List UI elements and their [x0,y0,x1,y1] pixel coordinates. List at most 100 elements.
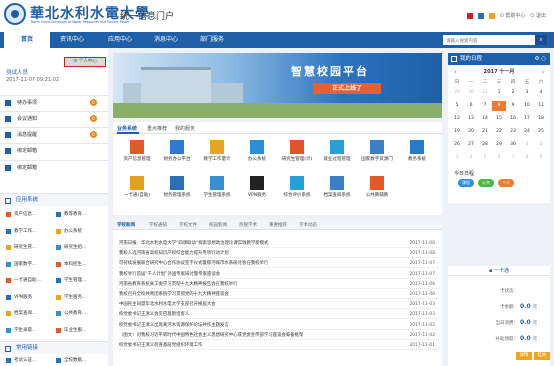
sidebar-app-item[interactable]: 公共教育... [56,308,86,319]
app-tile[interactable]: 资产信息管理 [115,138,159,174]
tab-recommended[interactable]: 重点推荐 [147,125,167,132]
news-item[interactable]: 校党委书记王清义出席黄河水资源保护论坛并作主题发言 2017-11-02 [119,321,439,330]
calendar-day[interactable]: 14 [478,114,492,124]
tab-academic-news[interactable]: 学术动态 [299,222,317,228]
app-tile[interactable]: 学生管理系统 [195,174,239,210]
nav-item-departments[interactable]: 部门服务 [192,32,232,48]
calendar-day[interactable]: 6 [464,101,478,111]
tab-campus-news[interactable]: 校园新闻 [209,222,227,228]
calendar-day[interactable]: 16 [506,114,520,124]
calendar-day[interactable]: 12 [450,114,464,124]
sidebar-app-item[interactable]: 学生管理... [56,275,86,286]
calendar-day[interactable]: 19 [450,127,464,137]
calendar-day[interactable]: 13 [464,114,478,124]
tab-hot-academic[interactable]: 热搜学术 [239,222,257,228]
app-tile[interactable]: 财务管理系统 [155,174,199,210]
calendar-day[interactable]: 25 [534,127,548,137]
calendar-day[interactable]: 17 [520,114,534,124]
nav-item-home[interactable]: 首页 [4,32,50,48]
search-input[interactable] [443,35,535,45]
sidebar-item-reminder[interactable]: 消息提醒 0 [0,127,108,141]
calendar-day[interactable]: 6 [492,153,506,163]
nav-item-messages[interactable]: 消息中心 [146,32,186,48]
calendar-day[interactable]: 21 [478,127,492,137]
calendar-day[interactable]: 10 [520,101,534,111]
app-tile[interactable]: 财务办公平台 [155,138,199,174]
calendar-day[interactable]: 4 [534,88,548,98]
personal-center-button[interactable]: ⚙ 个人中心 [64,57,106,67]
calendar-day[interactable]: 26 [450,140,464,150]
sidebar-app-item[interactable]: 本科招生... [56,259,86,270]
calendar-settings-icon[interactable]: ⚙ ○ [535,53,546,65]
news-item[interactable]: 河南日报：华北水利水电大学“四课联动”探索思想政治理论课实践教学新模式 2017-… [119,239,439,248]
search-icon[interactable]: ⌕ [535,35,547,45]
sidebar-app-item[interactable]: 教等教育... [56,209,86,220]
sidebar-app-item[interactable]: 学生服务... [56,292,86,303]
calendar-day[interactable]: 30 [506,140,520,150]
calendar-day[interactable]: 5 [478,153,492,163]
calendar-day[interactable]: 27 [464,140,478,150]
sidebar-app-item[interactable]: 档案查阅... [6,308,36,319]
card-report-loss-button[interactable]: 挂失 [534,352,550,360]
calendar-day[interactable]: 9 [506,101,520,111]
calendar-day[interactable]: 18 [534,114,548,124]
news-item[interactable]: 我校入选河南省高校知识产权综合能力提升专项行动计划 2017-11-08 [119,249,439,259]
nav-item-news[interactable]: 资讯中心 [52,32,92,48]
calendar-day[interactable]: 7 [506,153,520,163]
calendar-day[interactable]: 29 [450,88,464,98]
news-item[interactable]: 可持续发展联合研究中心合作协议签字仪式暨郁河城市水系研讨会在我校举行 2017-1… [119,259,439,269]
theme-red-icon[interactable] [466,12,473,19]
calendar-day[interactable]: 2 [534,140,548,150]
sidebar-item-meeting[interactable]: 会议通知 0 [0,111,108,125]
calendar-day[interactable]: 5 [450,101,464,111]
news-item[interactable]: （图文）对我校习近平新时代中国特色社会主义思想研究中心或党委宣传部学习座谈会筹备… [119,331,439,340]
news-item[interactable]: 中国民主同盟华北水利水电大学支部召开换届大会 2017-11-03 [119,300,439,310]
news-item[interactable]: 我校举行首届“千人计划”外国专家研讨暨专家座谈会 2017-11-07 [119,270,439,279]
sidebar-app-item[interactable]: 研究生招... [56,242,86,253]
tab-important[interactable]: 重要推荐 [269,222,287,228]
help-link[interactable]: ⊙ 帮助中心 [500,12,526,19]
sidebar-link[interactable]: 全校数据... [56,355,86,366]
calendar-day[interactable]: 7 [478,101,492,111]
sidebar-item-bind-email[interactable]: 绑定邮箱 [0,143,108,157]
news-item[interactable]: 校党委书记王清义检查基层党组织环境工作 2017-11-01 [119,341,439,350]
banner[interactable]: 智慧校园平台 正式上线了 [113,53,442,118]
tab-my-services[interactable]: 我的服务 [175,125,195,132]
app-tile[interactable]: 综合评价系统 [275,174,319,210]
calendar-day-today[interactable]: 8 [492,101,506,111]
calendar-day[interactable]: 1 [520,140,534,150]
sidebar-app-item[interactable]: 办公系统 [56,226,82,237]
app-tile[interactable]: 研究生管理(计) [275,138,319,174]
calendar-day[interactable]: 23 [506,127,520,137]
calendar-day[interactable]: 2 [506,88,520,98]
sidebar-app-item[interactable]: 一卡通自助... [6,275,41,286]
news-item[interactable]: 校党委书记王清义会见巴基斯坦客人 2017-11-03 [119,310,439,320]
calendar-day[interactable]: 15 [492,114,506,124]
calendar-day[interactable]: 29 [492,140,506,150]
app-tile[interactable]: 就业过程管理 [315,138,359,174]
app-tile[interactable]: 一卡通(自助) [115,174,159,210]
app-tile[interactable]: 国家数字资源门 [355,138,399,174]
calendar-day[interactable]: 11 [534,101,548,111]
app-tile[interactable]: 教学工作量计 [195,138,239,174]
app-tile[interactable]: 教务系统 [395,138,439,174]
sidebar-link[interactable]: 考试认证... [6,355,36,366]
calendar-day[interactable]: 3 [450,153,464,163]
sidebar-app-item[interactable]: 教学工作... [6,226,36,237]
app-tile[interactable]: 档案查阅系统 [315,174,359,210]
sidebar-item-todo[interactable]: 待办事项 0 [0,95,108,109]
sidebar-item-bind-email-2[interactable]: 绑定邮箱 [0,160,108,174]
calendar-day[interactable]: 4 [464,153,478,163]
app-tile[interactable]: 办公系统 [235,138,279,174]
sidebar-app-item[interactable]: VPN服务 [6,292,32,303]
tab-school-notice[interactable]: 学校通知 [149,222,167,228]
calendar-day[interactable]: 3 [520,88,534,98]
calendar-day[interactable]: 30 [464,88,478,98]
calendar-day[interactable]: 24 [520,127,534,137]
tab-school-news[interactable]: 学校新闻 [117,222,135,228]
sidebar-app-item[interactable]: 研究生管... [6,242,36,253]
sidebar-app-item[interactable]: 毕业生服... [56,325,86,336]
next-month-icon[interactable]: › [542,68,544,77]
calendar-day[interactable]: 9 [534,153,548,163]
card-detail-button[interactable]: 详情 [516,352,532,360]
